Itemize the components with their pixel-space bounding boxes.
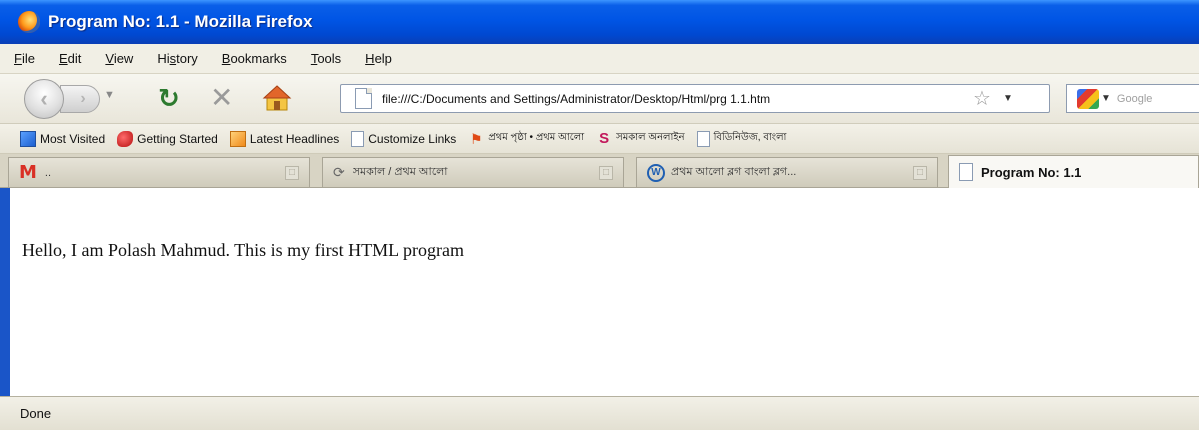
firefox-icon [117,130,134,147]
tab-close-icon[interactable]: □ [599,166,613,180]
menu-bookmarks[interactable]: Bookmarks [222,51,287,66]
page-icon [696,130,710,147]
page-icon [355,88,372,109]
bookmark-prothom-alo[interactable]: ⚑ প্রথম পৃষ্ঠা • প্রথম আলো [468,130,584,147]
bookmark-getting-started[interactable]: Getting Started [117,130,218,147]
tab-gmail[interactable]: M .. □ [8,157,310,187]
bookmark-samakal[interactable]: S সমকাল অনলাইন [596,130,684,147]
page-content: Hello, I am Polash Mahmud. This is my fi… [0,188,1199,396]
page-icon [351,130,365,147]
url-bar[interactable]: file:///C:/Documents and Settings/Admini… [340,84,1050,113]
bookmarks-toolbar: Most Visited Getting Started Latest Head… [0,124,1199,154]
tab-wordpress[interactable]: W প্রথম আলো ব্লগ বাংলা ব্লগ... □ [636,157,938,187]
gmail-icon: M [19,162,37,183]
wordpress-icon: W [647,163,665,182]
flag-icon: ⚑ [470,130,483,147]
tab-program[interactable]: Program No: 1.1 [948,155,1199,188]
menu-bar: File Edit View History Bookmarks Tools H… [0,44,1199,74]
star-icon[interactable]: ☆ [973,86,991,111]
menu-edit[interactable]: Edit [59,51,81,66]
history-dropdown-icon[interactable]: ▼ [104,89,115,101]
reload-icon[interactable]: ↻ [158,83,180,113]
stop-icon[interactable]: ✕ [210,83,233,113]
status-text: Done [20,406,52,421]
bookmark-bdnews[interactable]: বিডিনিউজ, বাংলা [696,130,786,147]
bookmark-latest-headlines[interactable]: Latest Headlines [229,130,339,147]
tab-strip: M .. □ ⟳ সমকাল / প্রথম আলো □ W প্রথম আলো… [0,154,1199,188]
navigation-toolbar: › ‹ ▼ ↻ ✕ file:///C:/Documents and Setti… [0,74,1199,124]
menu-view[interactable]: View [105,51,133,66]
home-icon[interactable] [262,84,292,112]
tab-close-icon[interactable]: □ [913,166,927,180]
forward-button[interactable]: › [60,85,100,113]
status-bar: Done [0,396,1199,430]
google-icon[interactable] [1077,88,1099,109]
menu-tools[interactable]: Tools [311,51,341,66]
url-input[interactable]: file:///C:/Documents and Settings/Admini… [382,92,967,106]
tab-samakal[interactable]: ⟳ সমকাল / প্রথম আলো □ [322,157,624,187]
page-body-text: Hello, I am Polash Mahmud. This is my fi… [22,240,464,260]
bookmark-most-visited[interactable]: Most Visited [20,130,105,147]
search-input[interactable]: Google [1117,93,1152,105]
back-button[interactable]: ‹ [24,79,64,119]
window-title: Program No: 1.1 - Mozilla Firefox [48,12,313,31]
search-engine-dropdown-icon[interactable]: ▼ [1101,93,1111,104]
search-box[interactable]: ▼ Google [1066,84,1199,113]
s-icon: S [599,129,610,147]
tab-close-icon[interactable]: □ [285,166,299,180]
title-bar[interactable]: Program No: 1.1 - Mozilla Firefox [0,0,1199,44]
firefox-icon [18,11,40,33]
loading-icon: ⟳ [333,164,345,180]
menu-history[interactable]: History [157,51,197,66]
back-arrow-icon: ‹ [40,86,48,111]
menu-file[interactable]: File [14,51,35,66]
browser-window: Program No: 1.1 - Mozilla Firefox File E… [0,0,1199,430]
url-dropdown-icon[interactable]: ▼ [1003,93,1013,104]
bookmark-customize-links[interactable]: Customize Links [351,130,456,147]
page-icon [959,163,973,181]
forward-arrow-icon: › [80,90,86,107]
menu-help[interactable]: Help [365,51,392,66]
rss-icon [229,130,246,147]
most-visited-icon [20,130,36,147]
